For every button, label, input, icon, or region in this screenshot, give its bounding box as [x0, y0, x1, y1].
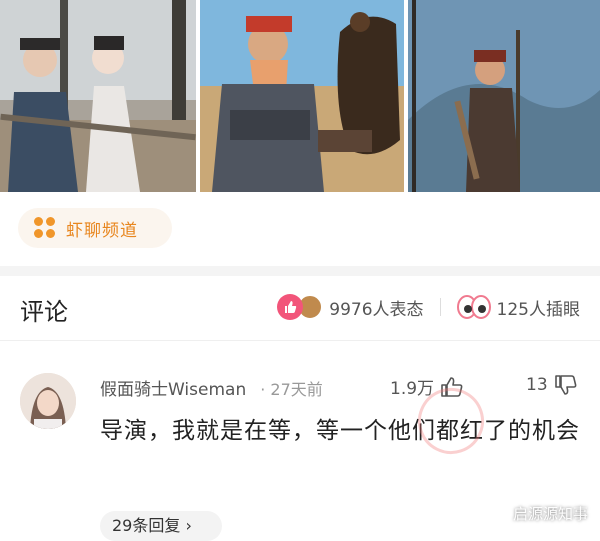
reactions-bar: 9976人表态 125人插眼 [277, 294, 580, 320]
divider [439, 298, 441, 316]
thumbs-up-icon [277, 294, 304, 320]
dislike-count: 13 [526, 375, 548, 395]
channel-area: 虾聊频道 [0, 192, 600, 266]
photo-gallery [0, 0, 600, 192]
avatar[interactable] [20, 373, 76, 429]
flower-icon [34, 217, 56, 239]
eyes-icon [456, 295, 491, 319]
username[interactable]: 假面骑士Wiseman [100, 375, 246, 400]
comment-time: · 27天前 [260, 380, 323, 399]
photo-left[interactable] [0, 0, 196, 192]
photo-right[interactable] [408, 0, 600, 192]
thumbs-down-icon [554, 375, 577, 395]
replies-button[interactable]: 29条回复 › [100, 511, 222, 541]
comment-text: 导演，我就是在等，等一个他们都红了的机会 [100, 418, 580, 444]
comment-item: 假面骑士Wiseman · 27天前 1.9万 13 导演，我就是在等，等一个他… [0, 341, 600, 541]
dislike-button[interactable]: 13 [526, 374, 578, 396]
channel-label: 虾聊频道 [66, 220, 138, 241]
photo-middle[interactable] [200, 0, 404, 192]
section-separator [0, 266, 600, 276]
watermark: 启源源知事 [512, 505, 588, 523]
reaction-icons[interactable] [277, 294, 324, 320]
reactions-count[interactable]: 9976人表态 [329, 295, 423, 320]
channel-chip[interactable]: 虾聊频道 [18, 208, 172, 248]
eyes-count[interactable]: 125人插眼 [497, 295, 580, 320]
comments-header: 评论 9976人表态 125人插眼 [0, 276, 600, 341]
comment-meta: 假面骑士Wiseman · 27天前 [100, 375, 323, 400]
like-count: 1.9万 [390, 379, 435, 399]
comments-title: 评论 [20, 298, 68, 326]
